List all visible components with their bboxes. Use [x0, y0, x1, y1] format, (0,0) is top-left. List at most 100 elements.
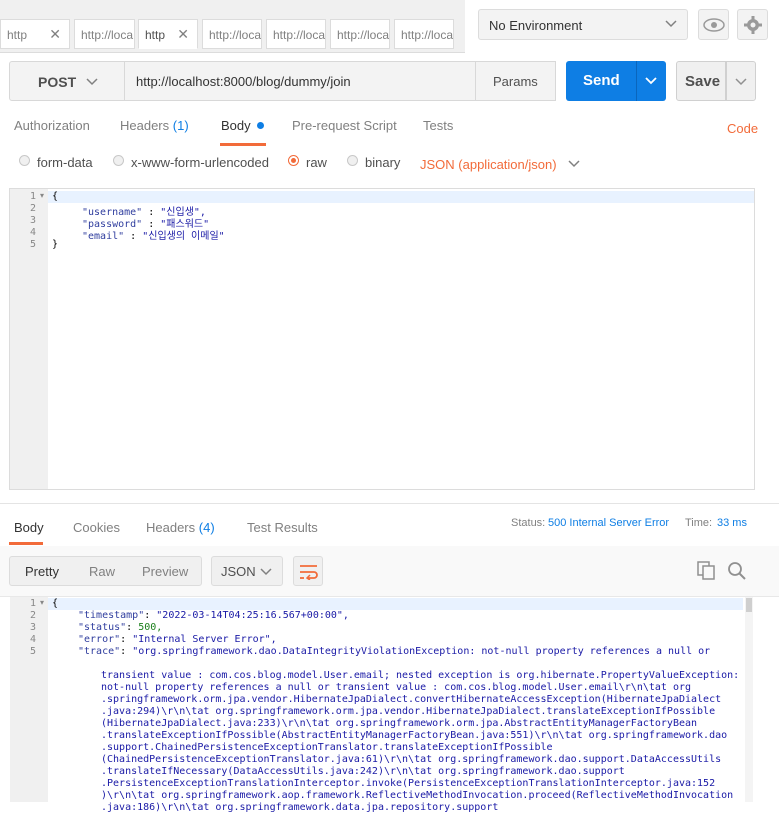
- trace-continuation: transient value : com.cos.blog.model.Use…: [101, 658, 741, 826]
- chevron-down-icon: [568, 160, 580, 168]
- tab-label: Cookies: [73, 520, 120, 535]
- code-line: "trace": "org.springframework.dao.DataIn…: [78, 646, 711, 657]
- scrollbar-thumb[interactable]: [746, 598, 752, 612]
- tab-label: http: [7, 28, 28, 42]
- tab-label: Test Results: [247, 520, 318, 535]
- line-number: 2: [29, 203, 36, 214]
- radio-raw[interactable]: [288, 155, 299, 166]
- eye-button[interactable]: [698, 9, 729, 40]
- status-label: Status:: [511, 517, 546, 529]
- chevron-down-icon: [86, 78, 98, 86]
- tab-label: http://loca: [337, 28, 390, 42]
- tab-body[interactable]: Body: [221, 118, 265, 133]
- tab-label: Headers: [146, 520, 196, 535]
- scrollbar[interactable]: [745, 597, 753, 802]
- request-tab[interactable]: http://loca: [202, 19, 262, 49]
- copy-button[interactable]: [697, 561, 717, 586]
- params-button[interactable]: Params: [476, 61, 556, 101]
- modified-dot: [257, 122, 265, 129]
- close-icon[interactable]: ✕: [49, 26, 61, 43]
- radio-form-data[interactable]: [19, 155, 30, 166]
- json-key: "trace": [78, 646, 121, 657]
- trace-line: .java:186)\r\n\tat org.springframework.d…: [101, 802, 499, 813]
- tab-prerequest-script[interactable]: Pre-request Script: [292, 118, 397, 133]
- response-tab-body[interactable]: Body: [14, 520, 44, 535]
- code-line: {: [52, 191, 59, 202]
- pretty-button[interactable]: Pretty: [25, 564, 59, 579]
- radio-binary[interactable]: [347, 155, 358, 166]
- fold-arrow-icon[interactable]: ▾: [40, 598, 44, 607]
- url-input[interactable]: http://localhost:8000/blog/dummy/join: [125, 61, 476, 101]
- copy-icon: [697, 561, 715, 580]
- radio-urlencoded[interactable]: [113, 155, 124, 166]
- environment-select[interactable]: No Environment: [478, 9, 688, 40]
- time-label: Time:: [685, 517, 713, 529]
- close-icon[interactable]: ✕: [177, 26, 189, 43]
- response-tab-test-results[interactable]: Test Results: [247, 520, 318, 535]
- raw-label: raw: [306, 155, 327, 170]
- save-label: Save: [685, 73, 721, 90]
- code-line: }: [52, 239, 59, 250]
- fold-arrow-icon[interactable]: ▾: [40, 191, 44, 200]
- content-type-select[interactable]: JSON (application/json): [420, 157, 580, 172]
- line-number: 5: [29, 239, 36, 250]
- wrap-lines-button[interactable]: [293, 556, 323, 586]
- settings-button[interactable]: [737, 9, 768, 40]
- tab-headers[interactable]: Headers (1): [120, 118, 189, 133]
- save-dropdown-button[interactable]: [726, 61, 756, 101]
- code-line: "timestamp": "2022-03-14T04:25:16.567+00…: [78, 610, 349, 621]
- status-value[interactable]: 500 Internal Server Error: [548, 517, 669, 529]
- tab-tests[interactable]: Tests: [423, 118, 453, 133]
- headers-count: (4): [198, 520, 215, 535]
- tab-label: Tests: [423, 118, 454, 133]
- trace-line: (HibernateJpaDialect.java:233)\r\n\tat o…: [101, 718, 698, 729]
- time-value: 33 ms: [717, 517, 747, 529]
- active-line-highlight: [48, 598, 743, 610]
- format-label: JSON: [221, 564, 256, 579]
- active-tab-indicator: [220, 143, 266, 146]
- code-line: "status": 500,: [78, 622, 163, 633]
- request-tab[interactable]: http://loca: [74, 19, 135, 49]
- tab-label: Body: [221, 118, 251, 133]
- json-key: "error": [78, 634, 121, 645]
- request-tab[interactable]: http://loca: [394, 19, 454, 49]
- binary-label: binary: [365, 155, 401, 170]
- send-dropdown-button[interactable]: [636, 61, 666, 101]
- request-tab[interactable]: http ✕: [0, 19, 70, 49]
- code-line: "email" : "신입생의 이메일": [82, 231, 225, 242]
- request-tab-active[interactable]: http ✕: [138, 19, 198, 49]
- json-key: "timestamp": [78, 610, 145, 621]
- search-button[interactable]: [727, 561, 747, 586]
- tab-authorization[interactable]: Authorization: [14, 118, 90, 133]
- active-tab-indicator: [9, 542, 43, 545]
- chevron-down-icon: [735, 78, 747, 86]
- save-button[interactable]: Save: [676, 61, 726, 101]
- tab-label: Pre-request Script: [292, 118, 397, 133]
- response-tab-cookies[interactable]: Cookies: [73, 520, 120, 535]
- format-select[interactable]: JSON: [211, 556, 283, 586]
- form-data-label: form-data: [37, 155, 93, 170]
- code-line: "error": "Internal Server Error",: [78, 634, 277, 645]
- line-number: 4: [29, 227, 36, 238]
- trace-line: )\r\n\tat org.springframework.aop.framew…: [101, 790, 734, 801]
- tab-label: http://loca: [81, 28, 134, 42]
- eye-icon: [703, 18, 725, 32]
- tab-label: Authorization: [14, 118, 90, 133]
- request-tab[interactable]: http://loca: [266, 19, 326, 49]
- response-tab-headers[interactable]: Headers (4): [146, 520, 215, 535]
- send-button[interactable]: Send: [566, 61, 636, 101]
- trace-line: .java:294)\r\n\tat org.springframework.o…: [101, 706, 716, 717]
- raw-button[interactable]: Raw: [89, 564, 115, 579]
- request-tab[interactable]: http://loca: [330, 19, 390, 49]
- gear-icon: [744, 16, 762, 34]
- chevron-down-icon: [665, 20, 677, 28]
- method-select[interactable]: POST: [9, 61, 125, 101]
- code-line: {: [52, 598, 59, 609]
- preview-button[interactable]: Preview: [142, 564, 188, 579]
- method-label: POST: [38, 74, 77, 90]
- line-number: 3: [29, 215, 36, 226]
- code-link[interactable]: Code: [727, 121, 758, 136]
- line-number: 5: [29, 646, 36, 657]
- line-number: 1: [29, 191, 36, 202]
- json-value: 500,: [138, 622, 163, 633]
